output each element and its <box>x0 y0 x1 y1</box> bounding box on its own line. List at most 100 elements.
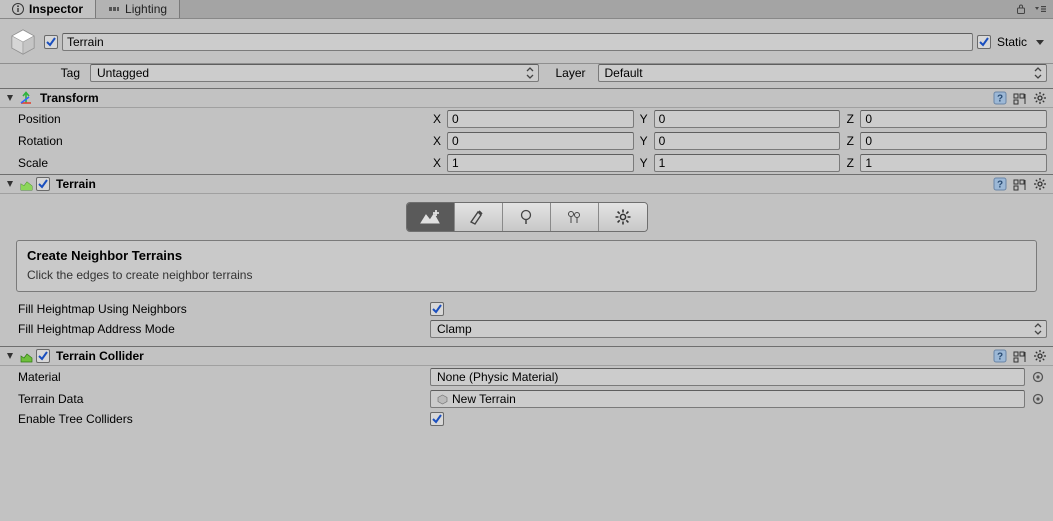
collider-header[interactable]: Terrain Collider ? <box>0 346 1053 366</box>
tab-lighting-label: Lighting <box>125 2 167 16</box>
collider-title: Terrain Collider <box>52 349 991 363</box>
chevron-updown-icon <box>1034 67 1042 79</box>
component-terrain: Terrain ? <box>0 174 1053 346</box>
tab-inspector-label: Inspector <box>29 2 83 16</box>
enable-tree-colliders-row: Enable Tree Colliders <box>0 410 1053 428</box>
axis-z-label: Z <box>843 156 857 170</box>
help-icon[interactable]: ? <box>993 177 1007 191</box>
static-dropdown[interactable] <box>1033 35 1047 49</box>
collider-enabled-checkbox[interactable] <box>36 349 50 363</box>
terrain-data-value: New Terrain <box>452 392 516 406</box>
terrain-data-field[interactable]: New Terrain <box>430 390 1025 408</box>
material-row: Material None (Physic Material) <box>0 366 1053 388</box>
foldout-arrow-icon[interactable] <box>4 178 16 190</box>
axis-z-label: Z <box>843 134 857 148</box>
tag-label: Tag <box>48 66 84 80</box>
gear-icon[interactable] <box>1033 349 1047 363</box>
tab-inspector[interactable]: Inspector <box>0 0 96 18</box>
gear-icon[interactable] <box>1033 177 1047 191</box>
foldout-arrow-icon[interactable] <box>4 350 16 362</box>
asset-icon <box>437 394 448 405</box>
material-field[interactable]: None (Physic Material) <box>430 368 1025 386</box>
axis-y-label: Y <box>637 156 651 170</box>
tab-bar: Inspector Lighting <box>0 0 1053 19</box>
help-icon[interactable]: ? <box>993 349 1007 363</box>
svg-text:?: ? <box>997 94 1003 105</box>
position-x-input[interactable] <box>447 110 634 128</box>
layer-value: Default <box>605 66 643 80</box>
axis-z-label: Z <box>843 112 857 126</box>
tool-paint-details[interactable] <box>551 203 599 231</box>
position-z-input[interactable] <box>860 110 1047 128</box>
terrain-data-row: Terrain Data New Terrain <box>0 388 1053 410</box>
tag-layer-row: Tag Untagged Layer Default <box>0 64 1053 88</box>
axis-y-label: Y <box>637 112 651 126</box>
preset-icon[interactable] <box>1013 91 1027 105</box>
gameobject-active-checkbox[interactable] <box>44 35 58 49</box>
transform-position-row: Position X Y Z <box>0 108 1053 130</box>
chevron-updown-icon <box>526 67 534 79</box>
static-label: Static <box>995 35 1029 49</box>
terrain-collider-icon <box>18 348 34 364</box>
object-picker-icon[interactable] <box>1029 393 1047 405</box>
material-value: None (Physic Material) <box>437 370 558 384</box>
position-label: Position <box>18 112 426 126</box>
transform-title: Transform <box>36 91 991 105</box>
tool-terrain-settings[interactable] <box>599 203 647 231</box>
tool-paint-terrain[interactable] <box>455 203 503 231</box>
scale-label: Scale <box>18 156 426 170</box>
gameobject-icon[interactable] <box>6 25 40 59</box>
enable-tree-checkbox[interactable] <box>430 412 444 426</box>
terrain-data-label: Terrain Data <box>18 392 426 406</box>
info-title: Create Neighbor Terrains <box>27 248 1026 263</box>
layer-dropdown[interactable]: Default <box>598 64 1047 82</box>
transform-header[interactable]: Transform ? <box>0 88 1053 108</box>
rotation-x-input[interactable] <box>447 132 634 150</box>
material-label: Material <box>18 370 426 384</box>
fill-neighbors-label: Fill Heightmap Using Neighbors <box>18 302 426 316</box>
transform-scale-row: Scale X Y Z <box>0 152 1053 174</box>
svg-text:?: ? <box>997 352 1003 363</box>
terrain-icon <box>18 176 34 192</box>
component-transform: Transform ? Position X Y Z Rotation X <box>0 88 1053 174</box>
info-description: Click the edges to create neighbor terra… <box>27 268 1026 282</box>
terrain-title: Terrain <box>52 177 991 191</box>
chevron-updown-icon <box>1034 323 1042 335</box>
terrain-tools <box>0 194 1053 240</box>
scale-x-input[interactable] <box>447 154 634 172</box>
transform-icon <box>18 90 34 106</box>
lock-icon[interactable] <box>1015 3 1027 15</box>
fill-address-mode-row: Fill Heightmap Address Mode Clamp <box>0 318 1053 346</box>
tab-lighting[interactable]: Lighting <box>96 0 180 18</box>
terrain-header[interactable]: Terrain ? <box>0 174 1053 194</box>
object-picker-icon[interactable] <box>1029 371 1047 383</box>
static-checkbox[interactable] <box>977 35 991 49</box>
gear-icon[interactable] <box>1033 91 1047 105</box>
component-terrain-collider: Terrain Collider ? Material None (Physic… <box>0 346 1053 428</box>
tag-dropdown[interactable]: Untagged <box>90 64 539 82</box>
scale-z-input[interactable] <box>860 154 1047 172</box>
axis-x-label: X <box>430 112 444 126</box>
fill-neighbors-checkbox[interactable] <box>430 302 444 316</box>
tool-create-neighbor[interactable] <box>407 203 455 231</box>
preset-icon[interactable] <box>1013 349 1027 363</box>
scale-y-input[interactable] <box>654 154 841 172</box>
rotation-z-input[interactable] <box>860 132 1047 150</box>
terrain-info-box: Create Neighbor Terrains Click the edges… <box>16 240 1037 292</box>
address-mode-dropdown[interactable]: Clamp <box>430 320 1047 338</box>
terrain-enabled-checkbox[interactable] <box>36 177 50 191</box>
svg-text:?: ? <box>997 180 1003 191</box>
context-menu-icon[interactable] <box>1033 4 1047 14</box>
tag-value: Untagged <box>97 66 149 80</box>
help-icon[interactable]: ? <box>993 91 1007 105</box>
position-y-input[interactable] <box>654 110 841 128</box>
foldout-arrow-icon[interactable] <box>4 92 16 104</box>
gameobject-name-input[interactable] <box>62 33 973 51</box>
gameobject-header: Static <box>0 19 1053 64</box>
preset-icon[interactable] <box>1013 177 1027 191</box>
rotation-y-input[interactable] <box>654 132 841 150</box>
rotation-label: Rotation <box>18 134 426 148</box>
axis-x-label: X <box>430 134 444 148</box>
layer-label: Layer <box>545 66 591 80</box>
tool-paint-trees[interactable] <box>503 203 551 231</box>
